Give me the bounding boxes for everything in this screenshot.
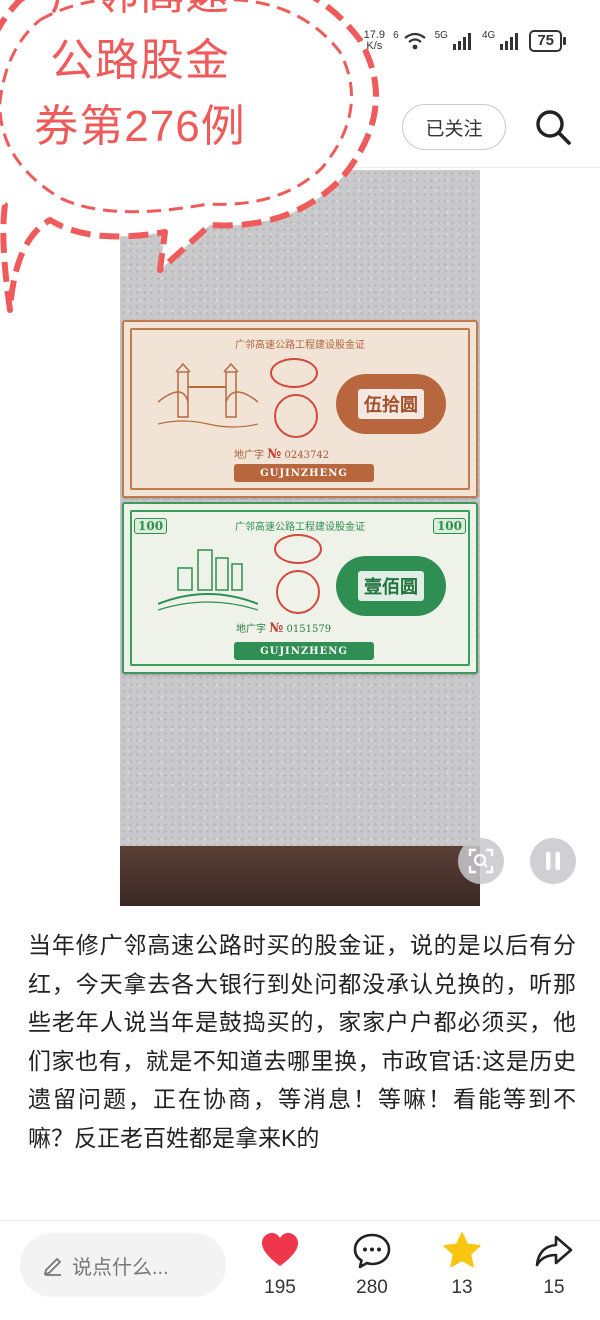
denomination-badge: 伍拾圆 [336, 374, 446, 434]
like-count: 195 [264, 1277, 296, 1298]
like-button[interactable]: 195 [250, 1231, 310, 1311]
battery-tip [563, 37, 566, 45]
denomination-text: 伍拾圆 [358, 389, 424, 419]
follow-button[interactable]: 已关注 [402, 104, 506, 150]
comment-count: 280 [356, 1277, 388, 1298]
bond-certificate-100: 100 100 广邻高速公路工程建设股金证 壹佰圆 地广字 № 0151579 … [122, 502, 478, 674]
battery-indicator: 75 [529, 30, 562, 52]
sim1-label: 5G [434, 30, 448, 41]
certificate-title: 广邻高速公路工程建设股金证 [235, 522, 365, 533]
photo-foreground [120, 846, 480, 906]
author-avatar[interactable] [85, 104, 133, 152]
pause-button[interactable] [530, 838, 576, 884]
network-speed-unit: K/s [366, 40, 383, 52]
scan-icon [468, 848, 494, 874]
wifi-icon [403, 32, 426, 50]
status-icons: 17.9 K/s 6 5G 4G 75 [330, 30, 566, 52]
heart-icon [262, 1233, 298, 1266]
share-arrow-icon [535, 1235, 573, 1267]
share-button[interactable]: 15 [524, 1231, 584, 1311]
bridge-illustration [158, 362, 258, 428]
certificate-ribbon: GUJINZHENG [234, 642, 374, 660]
sim2-label: 4G [481, 30, 496, 41]
comment-input[interactable]: 说点什么... [20, 1233, 226, 1297]
pencil-icon [44, 1258, 61, 1276]
favorite-count: 13 [451, 1277, 473, 1298]
comment-placeholder: 说点什么... [72, 1256, 169, 1279]
post-image[interactable]: 广邻高速公路工程建设股金证 伍拾圆 地广字 № 0243742 GUJINZHE… [120, 170, 480, 906]
certificate-title: 广邻高速公路工程建设股金证 [235, 340, 365, 351]
back-arrow-icon[interactable] [28, 108, 58, 148]
signal-icon-2 [500, 33, 519, 50]
serial-prefix: 地广字 [236, 624, 266, 635]
denomination-text: 壹佰圆 [358, 571, 424, 601]
share-count: 15 [543, 1277, 565, 1298]
serial-number: 地广字 № 0151579 [236, 620, 331, 636]
post-caption: 当年修广邻高速公路时买的股金证，说的是以后有分红，今天拿去各大银行到处问都没承认… [28, 932, 576, 1151]
red-seal-round [276, 570, 320, 614]
city-illustration [158, 549, 258, 611]
pause-icon [546, 852, 560, 870]
star-icon [443, 1232, 481, 1268]
search-icon[interactable] [532, 106, 574, 148]
comment-bubble-icon [353, 1233, 391, 1269]
denomination-badge: 壹佰圆 [336, 556, 446, 616]
signal-icon [452, 33, 471, 50]
network-speed: 17.9 K/s [364, 30, 385, 52]
favorite-button[interactable]: 13 [432, 1231, 492, 1311]
red-seal-top [274, 534, 322, 564]
bottom-action-bar: 说点什么... 195 280 13 15 [0, 1220, 600, 1320]
image-search-button[interactable] [458, 838, 504, 884]
bond-certificate-50: 广邻高速公路工程建设股金证 伍拾圆 地广字 № 0243742 GUJINZHE… [122, 320, 478, 498]
serial-value: 0151579 [286, 624, 332, 635]
red-seal-top [270, 358, 318, 388]
eye-icon [330, 34, 355, 48]
top-nav: 已关注 [0, 88, 600, 168]
serial-no-mark: № [267, 447, 282, 462]
serial-number: 地广字 № 0243742 [234, 446, 329, 462]
comment-button[interactable]: 280 [342, 1231, 402, 1311]
red-seal-round [274, 394, 318, 438]
certificate-ribbon: GUJINZHENG [234, 464, 374, 482]
wifi-label: 6 [393, 30, 399, 41]
serial-no-mark: № [269, 621, 284, 636]
status-bar: 17.9 K/s 6 5G 4G 75 [0, 0, 600, 88]
serial-value: 0243742 [284, 450, 330, 461]
serial-prefix: 地广字 [234, 450, 264, 461]
